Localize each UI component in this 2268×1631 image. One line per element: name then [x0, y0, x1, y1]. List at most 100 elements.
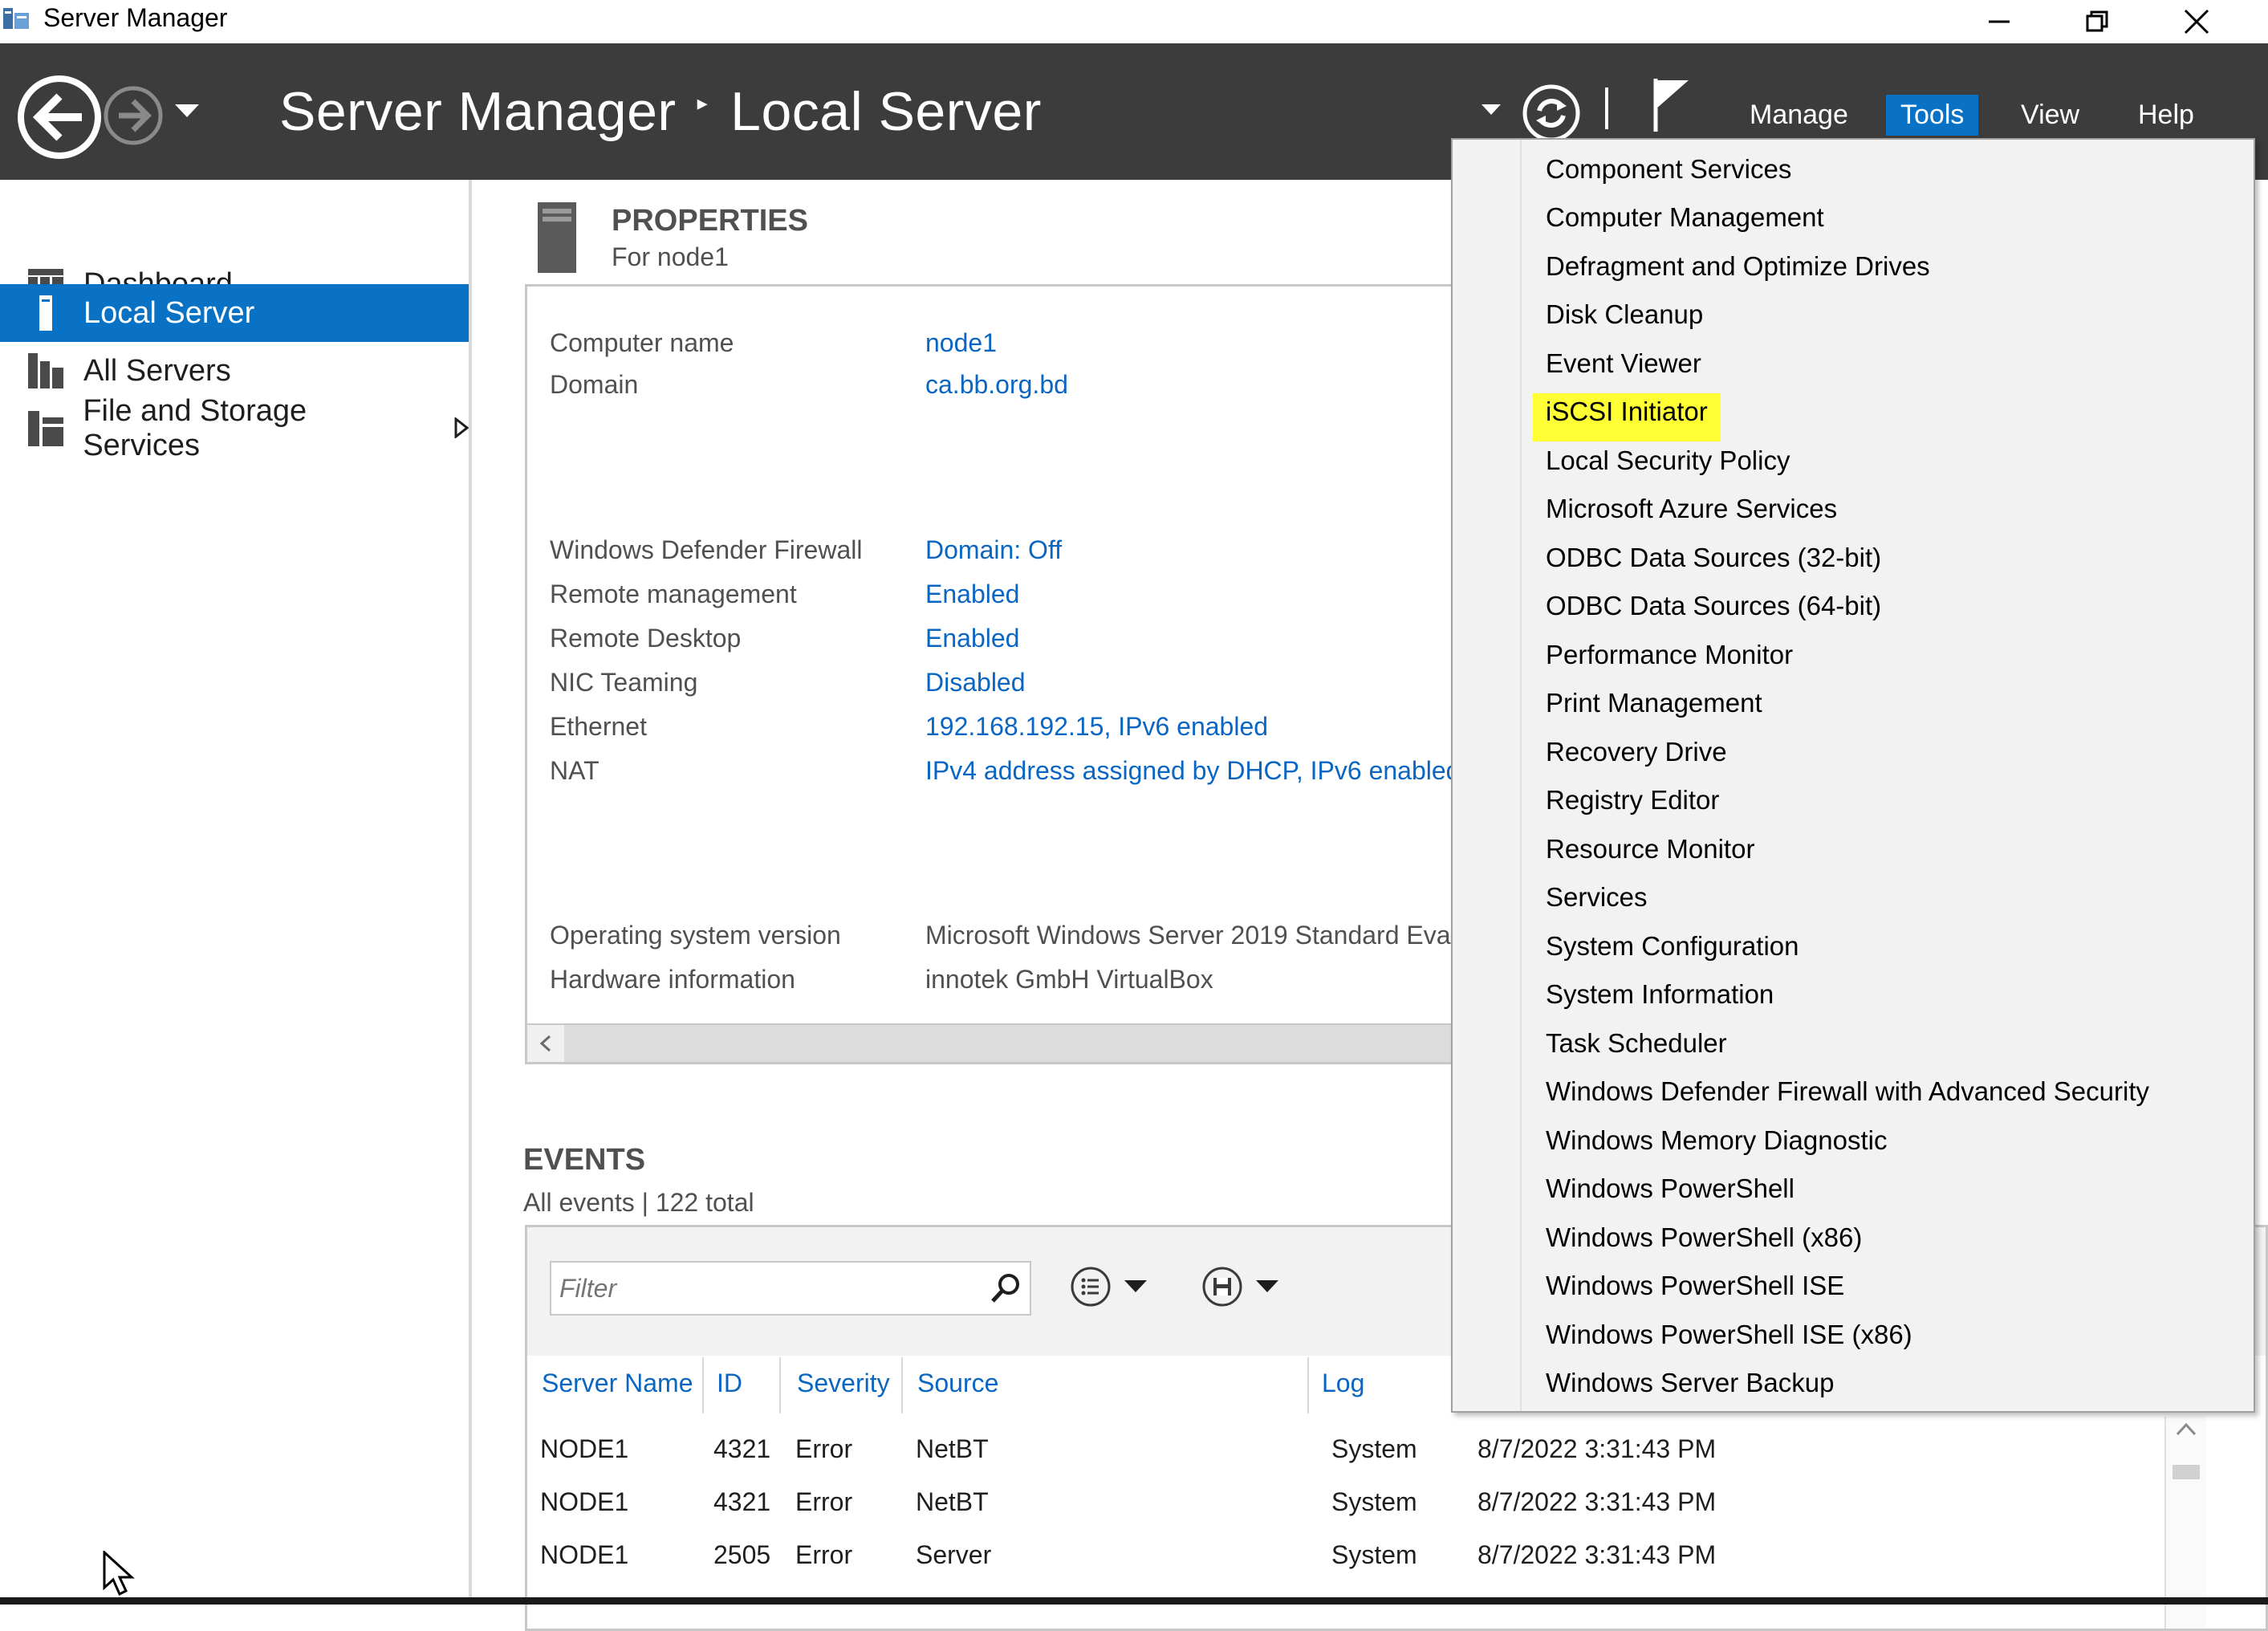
menu-view[interactable]: View: [2006, 95, 2094, 136]
menu-manage[interactable]: Manage: [1735, 95, 1863, 136]
breadcrumb-separator-icon: ▸: [697, 90, 709, 115]
property-value-link[interactable]: IPv4 address assigned by DHCP, IPv6 enab…: [925, 756, 1460, 786]
menu-item[interactable]: Windows Memory Diagnostic: [1533, 1122, 1900, 1170]
property-value-link[interactable]: Disabled: [925, 668, 1026, 698]
menu-item[interactable]: Local Security Policy: [1533, 442, 1803, 490]
menu-item[interactable]: Disk Cleanup: [1533, 296, 1716, 344]
cell-log: System: [1331, 1487, 1417, 1516]
notifications-flag-icon[interactable]: [1652, 77, 1692, 137]
cell-log: System: [1331, 1540, 1417, 1569]
sidebar-item-label: All Servers: [83, 353, 231, 388]
menu-item[interactable]: Windows Defender Firewall with Advanced …: [1533, 1073, 2162, 1121]
menu-item[interactable]: Windows PowerShell ISE (x86): [1533, 1316, 1925, 1365]
property-value-link[interactable]: Enabled: [925, 624, 1019, 653]
property-value-link[interactable]: Domain: Off: [925, 535, 1062, 565]
column-header-server-name[interactable]: Server Name: [542, 1369, 693, 1398]
menu-item[interactable]: Component Services: [1533, 151, 1804, 199]
menu-item[interactable]: System Information: [1533, 976, 1786, 1024]
menu-item[interactable]: Task Scheduler: [1533, 1025, 1740, 1073]
view-options-button[interactable]: [1070, 1266, 1147, 1312]
cell-server: NODE1: [540, 1487, 629, 1516]
cell-source: Server: [916, 1540, 992, 1569]
breadcrumb-current: Local Server: [730, 81, 1042, 142]
sidebar-item-all-servers[interactable]: All Servers: [0, 342, 469, 400]
table-row[interactable]: NODE1 2505 Error Server System 8/7/2022 …: [527, 1531, 2132, 1582]
menu-item[interactable]: Windows Server Backup: [1533, 1365, 1847, 1413]
table-row[interactable]: NODE1 4321 Error NetBT System 8/7/2022 3…: [527, 1425, 2132, 1476]
property-label: NAT: [550, 756, 600, 785]
sidebar-item-local-server[interactable]: Local Server: [0, 284, 469, 342]
cell-id: 2505: [713, 1540, 771, 1569]
property-label: Remote Desktop: [550, 624, 742, 653]
column-divider: [901, 1357, 903, 1413]
menu-item[interactable]: Defragment and Optimize Drives: [1533, 248, 1943, 296]
menu-item[interactable]: Computer Management: [1533, 199, 1837, 247]
property-value-link[interactable]: node1: [925, 328, 997, 358]
menu-item[interactable]: Resource Monitor: [1533, 831, 1767, 879]
column-header-log[interactable]: Log: [1322, 1369, 1364, 1398]
properties-subtitle: For node1: [612, 242, 729, 271]
menu-item[interactable]: Windows PowerShell (x86): [1533, 1219, 1875, 1267]
column-header-id[interactable]: ID: [717, 1369, 742, 1398]
filter-input[interactable]: [558, 1271, 962, 1306]
menu-item[interactable]: Windows PowerShell: [1533, 1170, 1807, 1218]
menu-item[interactable]: Registry Editor: [1533, 782, 1732, 830]
events-title: EVENTS: [523, 1143, 646, 1177]
back-arrow-icon[interactable]: [16, 74, 103, 165]
mouse-pointer-icon: [103, 1549, 135, 1600]
history-dropdown-icon[interactable]: [175, 104, 199, 123]
breadcrumb: Server Manager ▸ Local Server: [279, 80, 1042, 143]
restore-button[interactable]: [2061, 0, 2133, 43]
menu-item[interactable]: Windows PowerShell ISE: [1533, 1267, 1857, 1316]
window-title: Server Manager: [43, 3, 228, 32]
scroll-thumb[interactable]: [2172, 1465, 2200, 1479]
column-header-source[interactable]: Source: [917, 1369, 998, 1398]
column-divider: [779, 1357, 781, 1413]
menu-item[interactable]: Recovery Drive: [1533, 734, 1740, 782]
column-header-severity[interactable]: Severity: [797, 1369, 890, 1398]
property-value-link[interactable]: 192.168.192.15, IPv6 enabled: [925, 712, 1268, 742]
properties-server-icon: [538, 202, 576, 273]
sidebar: Dashboard Local Server All Servers: [0, 180, 472, 1605]
cell-source: NetBT: [916, 1487, 989, 1516]
expand-caret-icon[interactable]: [454, 412, 469, 446]
scroll-left-icon[interactable]: [527, 1025, 564, 1062]
cell-severity: Error: [795, 1487, 853, 1516]
cell-id: 4321: [713, 1434, 771, 1463]
property-label: Hardware information: [550, 965, 795, 994]
property-value-link[interactable]: Enabled: [925, 580, 1019, 609]
save-query-button[interactable]: [1201, 1266, 1278, 1312]
menu-tools[interactable]: Tools: [1886, 95, 1979, 136]
table-row[interactable]: NODE1 4321 Error NetBT System 8/7/2022 3…: [527, 1478, 2132, 1529]
property-label: Ethernet: [550, 712, 647, 741]
sidebar-item-file-storage[interactable]: File and Storage Services: [0, 394, 469, 462]
sidebar-item-label: File and Storage Services: [83, 394, 307, 462]
close-button[interactable]: [2160, 0, 2233, 43]
menu-item[interactable]: Print Management: [1533, 685, 1775, 733]
menu-help[interactable]: Help: [2124, 95, 2209, 136]
cell-source: NetBT: [916, 1434, 989, 1463]
menu-item[interactable]: Microsoft Azure Services: [1533, 490, 1850, 539]
cell-id: 4321: [713, 1487, 771, 1516]
menu-item[interactable]: System Configuration: [1533, 928, 1811, 976]
menu-item[interactable]: ODBC Data Sources (64-bit): [1533, 588, 1894, 636]
filter-box: [550, 1261, 1031, 1316]
cell-date: 8/7/2022 3:31:43 PM: [1477, 1434, 1717, 1463]
property-label: Domain: [550, 370, 639, 399]
menu-item[interactable]: Services: [1533, 879, 1660, 927]
menu-item[interactable]: Performance Monitor: [1533, 637, 1806, 685]
cell-server: NODE1: [540, 1434, 629, 1463]
forward-arrow-icon[interactable]: [103, 85, 164, 150]
menu-item[interactable]: ODBC Data Sources (32-bit): [1533, 539, 1894, 588]
header-dropdown-icon[interactable]: [1482, 104, 1501, 120]
minimize-button[interactable]: [1963, 0, 2035, 43]
menu-item-highlighted[interactable]: iSCSI Initiator: [1533, 393, 1721, 441]
scroll-up-icon[interactable]: [2174, 1422, 2198, 1442]
breadcrumb-root[interactable]: Server Manager: [279, 81, 677, 142]
cell-date: 8/7/2022 3:31:43 PM: [1477, 1540, 1717, 1569]
property-label: NIC Teaming: [550, 668, 698, 697]
property-value-link[interactable]: ca.bb.org.bd: [925, 370, 1068, 400]
search-icon[interactable]: [990, 1272, 1022, 1308]
menu-item[interactable]: Event Viewer: [1533, 345, 1714, 393]
property-label: Computer name: [550, 328, 734, 357]
